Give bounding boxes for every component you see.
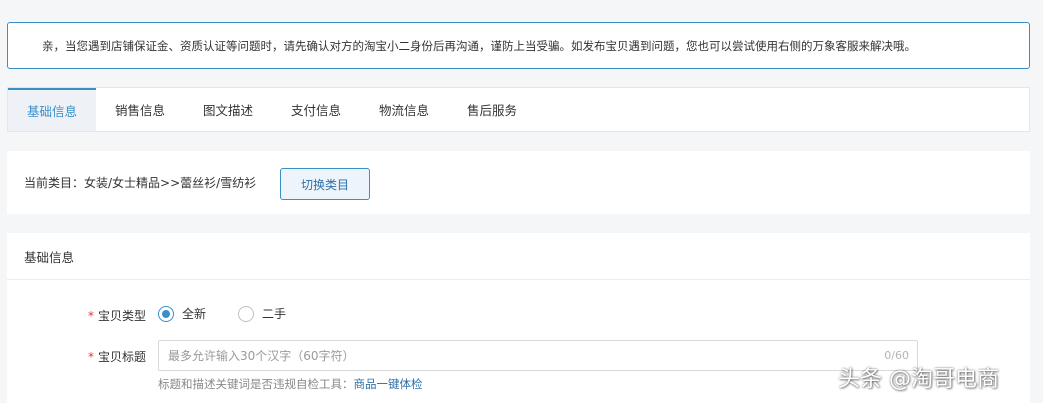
tab-bar: 基础信息 销售信息 图文描述 支付信息 物流信息 售后服务 bbox=[7, 87, 1030, 132]
category-label: 当前类目： bbox=[24, 176, 85, 190]
required-mark: * bbox=[87, 350, 94, 364]
tab-payment-info[interactable]: 支付信息 bbox=[272, 88, 360, 131]
tab-after-sales[interactable]: 售后服务 bbox=[448, 88, 536, 131]
radio-new[interactable]: 全新 bbox=[158, 305, 206, 322]
tab-description[interactable]: 图文描述 bbox=[184, 88, 272, 131]
notice-text: 亲，当您遇到店铺保证金、资质认证等问题时，请先确认对方的淘宝小二身份后再沟通，谨… bbox=[42, 38, 916, 53]
item-title-label: * 宝贝标题 bbox=[87, 350, 146, 364]
switch-category-button[interactable]: 切换类目 bbox=[280, 168, 370, 200]
radio-checked-icon[interactable] bbox=[158, 305, 174, 322]
item-type-radio-group: 全新 二手 bbox=[158, 305, 318, 322]
item-type-label: * 宝贝类型 bbox=[87, 309, 146, 323]
watermark: 头条 @淘哥电商 bbox=[838, 367, 999, 392]
radio-used[interactable]: 二手 bbox=[238, 305, 286, 322]
tab-sales-info[interactable]: 销售信息 bbox=[96, 88, 184, 131]
item-title-input[interactable] bbox=[159, 341, 917, 370]
tab-basic-info[interactable]: 基础信息 bbox=[8, 88, 96, 131]
title-helper: 标题和描述关键词是否违规自检工具：商品一键体检 bbox=[158, 377, 423, 391]
required-mark: * bbox=[87, 309, 94, 323]
tab-logistics-info[interactable]: 物流信息 bbox=[360, 88, 448, 131]
radio-unchecked-icon[interactable] bbox=[238, 305, 255, 322]
category-path: 女装/女士精品>>蕾丝衫/雪纺衫 bbox=[84, 176, 257, 190]
section-title: 基础信息 bbox=[7, 233, 1030, 280]
product-check-link[interactable]: 商品一键体检 bbox=[354, 377, 423, 391]
item-title-field: 0/60 bbox=[158, 340, 918, 371]
notice-banner: 亲，当您遇到店铺保证金、资质认证等问题时，请先确认对方的淘宝小二身份后再沟通，谨… bbox=[7, 22, 1030, 69]
category-panel: 当前类目： 女装/女士精品>>蕾丝衫/雪纺衫 切换类目 bbox=[7, 151, 1030, 214]
